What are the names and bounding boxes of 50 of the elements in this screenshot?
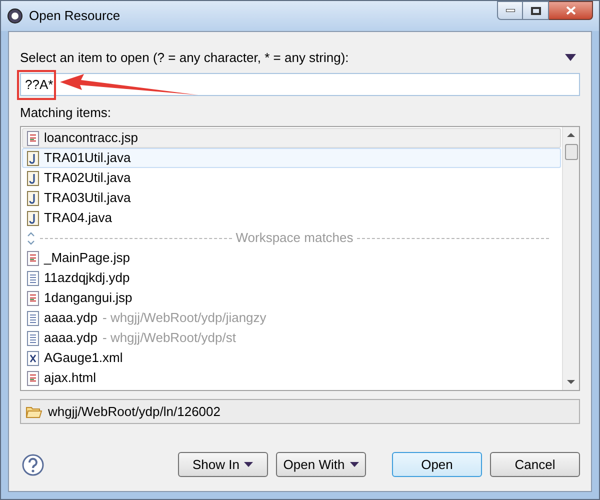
result-item[interactable]: TRA01Util.java [22, 148, 561, 168]
minimize-icon [506, 9, 514, 12]
java-file-icon [27, 150, 39, 166]
web-file-icon [27, 130, 39, 146]
maximize-icon [530, 6, 540, 14]
text-file-icon [27, 270, 39, 286]
text-file-icon [27, 330, 39, 346]
result-item[interactable]: TRA03Util.java [22, 188, 561, 208]
result-item[interactable]: 11azdqjkdj.ydp [22, 268, 561, 288]
caret-icon [350, 462, 359, 467]
xml-file-icon [27, 350, 39, 366]
java-file-icon [27, 170, 39, 186]
location-path: whgjj/WebRoot/ydp/ln/126002 [48, 402, 220, 421]
collapse-expand-icon[interactable] [26, 230, 36, 246]
app-icon [7, 8, 23, 24]
close-button[interactable] [549, 1, 593, 20]
maximize-button[interactable] [523, 1, 549, 20]
result-item[interactable]: AGauge1.xml [22, 348, 561, 368]
result-item[interactable]: ajax.html [22, 368, 561, 388]
matching-label: Matching items: [20, 104, 112, 122]
text-file-icon [27, 310, 39, 326]
result-item[interactable]: loancontracc.jsp [22, 128, 561, 148]
result-item[interactable]: aaaa.ydp - whgjj/WebRoot/ydp/st [22, 328, 561, 348]
separator-label: Workspace matches [236, 229, 354, 248]
minimize-button[interactable] [497, 1, 523, 20]
caret-icon [244, 462, 254, 467]
help-icon[interactable] [22, 454, 44, 476]
pattern-label: Select an item to open (? = any character, * = any string): [20, 49, 349, 67]
java-file-icon [27, 190, 39, 206]
highlight-frame [17, 70, 56, 100]
window-title: Open Resource [29, 7, 120, 26]
close-icon [566, 6, 576, 15]
web-file-icon [27, 370, 39, 386]
menu-button[interactable]: Open With [276, 452, 366, 477]
result-item[interactable]: TRA02Util.java [22, 168, 561, 188]
dropdown-caret-icon[interactable] [565, 54, 576, 62]
result-item[interactable]: aaaa.ydp - whgjj/WebRoot/ydp/jiangzy [22, 308, 561, 328]
web-file-icon [27, 250, 39, 266]
result-item[interactable]: TRA04.java [22, 208, 561, 228]
web-file-icon [27, 290, 39, 306]
result-item[interactable]: 1dangangui.jsp [22, 288, 561, 308]
menu-button[interactable]: Show In [178, 452, 268, 477]
pattern-input[interactable]: ??A* [20, 72, 580, 96]
scrollbar[interactable] [562, 127, 579, 390]
dialog-button[interactable]: Cancel [490, 452, 580, 477]
result-item[interactable]: _MainPage.jsp [22, 248, 561, 268]
dialog-button[interactable]: Open [392, 452, 482, 477]
scrollbar-thumb[interactable] [564, 144, 578, 160]
java-file-icon [27, 210, 39, 226]
folder-icon [26, 406, 42, 418]
